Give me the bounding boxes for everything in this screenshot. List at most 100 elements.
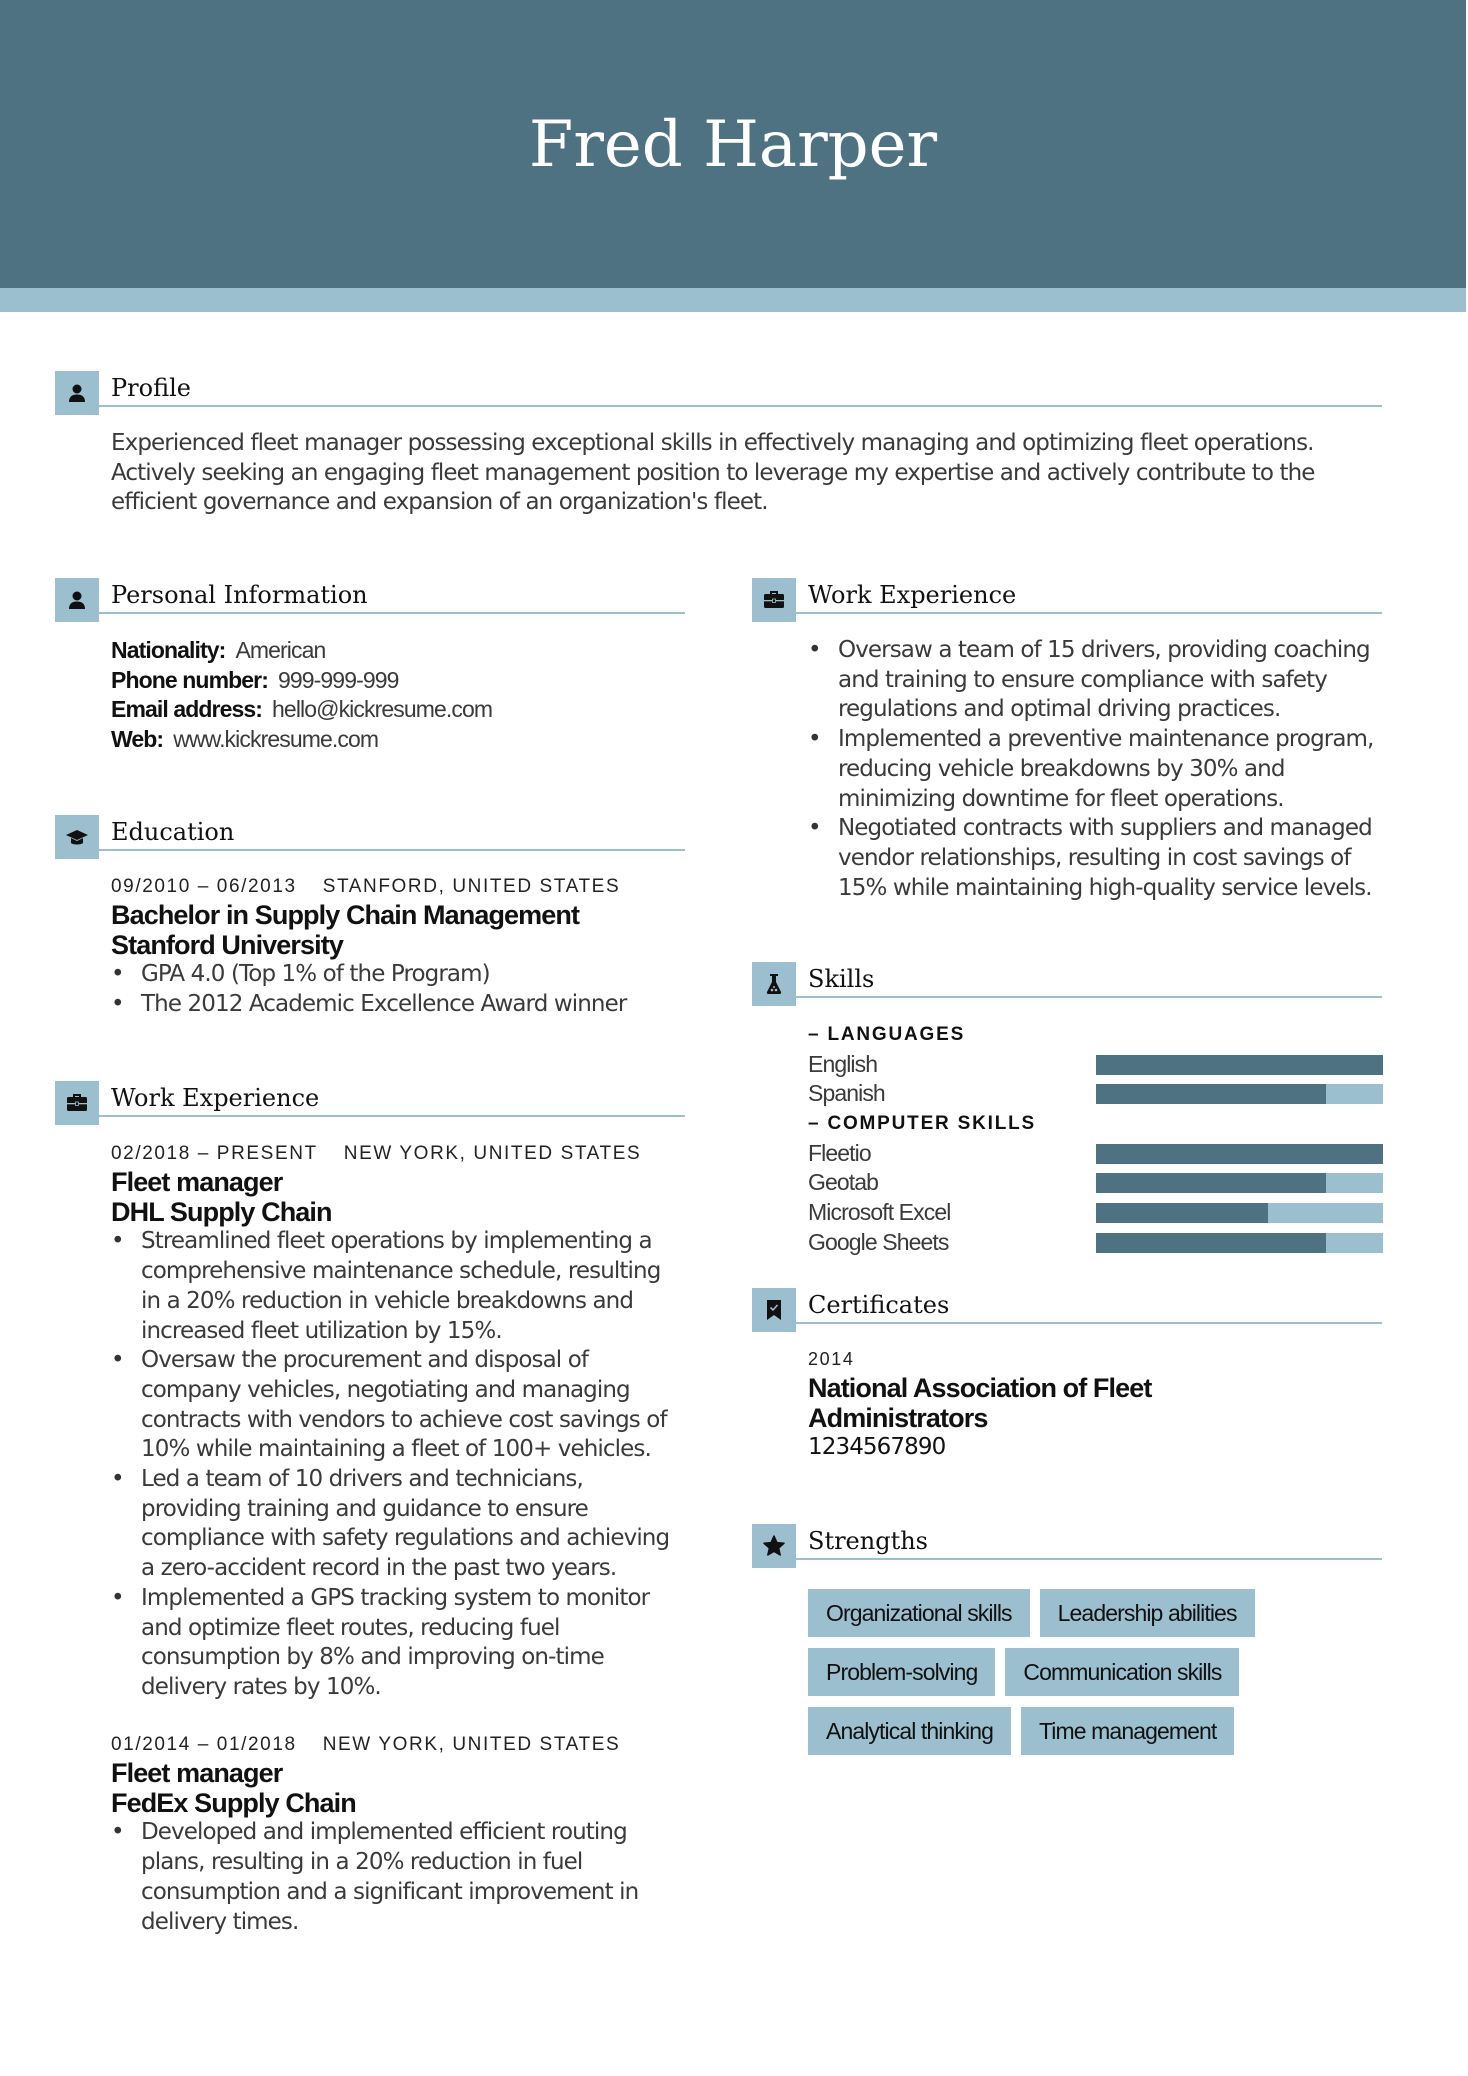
skills-list: – LANGUAGES English Spanish – COMPUTER S… <box>808 1020 1383 1258</box>
section-title: Strengths <box>808 1527 928 1555</box>
job-company: FedEx Supply Chain <box>111 1787 357 1818</box>
skill-level-fill <box>1096 1084 1326 1105</box>
skill-row: English <box>808 1050 1383 1080</box>
email-link[interactable]: hello@kickresume.com <box>272 696 493 722</box>
certificate-year: 2014 <box>808 1349 855 1369</box>
job-location: NEW YORK, UNITED STATES <box>322 1734 621 1755</box>
list-item: Implemented a preventive maintenance pro… <box>808 725 1408 814</box>
skill-row: Microsoft Excel <box>808 1198 1383 1228</box>
info-label: Email address: <box>111 696 263 723</box>
list-item: Developed and implemented efficient rout… <box>111 1818 701 1937</box>
section-title: Certificates <box>808 1291 950 1319</box>
info-row-web: Web: www.kickresume.com <box>111 725 691 755</box>
skills-section-header: Skills <box>752 962 1382 1006</box>
section-divider <box>99 405 1382 407</box>
skill-group-label: – COMPUTER SKILLS <box>808 1113 1037 1135</box>
certificate-name: Administrators <box>808 1402 988 1433</box>
strength-tag: Time management <box>1021 1707 1235 1755</box>
info-value: 999-999-999 <box>277 666 399 693</box>
strength-tag: Organizational skills <box>808 1589 1030 1637</box>
skill-level-fill <box>1096 1143 1383 1164</box>
strength-tag: Leadership abilities <box>1039 1589 1255 1637</box>
section-title: Skills <box>808 965 875 993</box>
graduation-cap-icon <box>55 815 99 859</box>
info-row-email: Email address: hello@kickresume.com <box>111 695 691 725</box>
summary-line: Experienced fleet manager possessing exc… <box>111 430 1314 456</box>
strengths-tags: Organizational skills Leadership abiliti… <box>808 1589 1368 1766</box>
skill-level-bar <box>1096 1232 1383 1253</box>
section-divider <box>796 1558 1382 1560</box>
profile-summary: Experienced fleet manager possessing exc… <box>111 429 1401 518</box>
profile-section-header: Profile <box>55 371 1382 415</box>
flask-icon <box>752 962 796 1006</box>
list-item: The 2012 Academic Excellence Award winne… <box>111 990 691 1020</box>
summary-line: Actively seeking an engaging fleet manag… <box>111 459 1315 486</box>
strength-tag: Communication skills <box>1005 1648 1240 1696</box>
certificates-section-header: Certificates <box>752 1288 1382 1332</box>
skill-level-bar <box>1096 1203 1383 1224</box>
section-title: Personal Information <box>111 581 368 609</box>
skill-group-label: – LANGUAGES <box>808 1024 966 1045</box>
list-item: Oversaw a team of 15 drivers, providing … <box>808 636 1408 725</box>
personal-info-section-header: Personal Information <box>55 578 685 622</box>
info-row-nationality: Nationality: American <box>111 636 691 666</box>
list-item: Led a team of 10 drivers and technicians… <box>111 1465 701 1584</box>
skill-level-fill <box>1096 1203 1269 1224</box>
list-item: Oversaw the procurement and disposal ofc… <box>111 1346 701 1465</box>
education-entry: 09/2010 – 06/2013 STANFORD, UNITED STATES… <box>111 872 691 1020</box>
star-icon <box>752 1524 796 1568</box>
education-section-header: Education <box>55 815 685 859</box>
job-dates: 01/2014 – 01/2018 <box>111 1734 297 1755</box>
header-banner: Fred Harper <box>0 0 1466 288</box>
skill-level-bar <box>1096 1143 1383 1164</box>
info-row-phone: Phone number: 999-999-999 <box>111 666 691 696</box>
list-item: GPA 4.0 (Top 1% of the Program) <box>111 960 691 990</box>
section-divider <box>796 1322 1382 1324</box>
list-item: Streamlined fleet operations by implemen… <box>111 1227 701 1346</box>
education-dates: 09/2010 – 06/2013 <box>111 876 297 897</box>
work-experience-section-header: Work Experience <box>752 578 1382 622</box>
skill-level-fill <box>1096 1232 1326 1253</box>
certificate-name: National Association of Fleet <box>808 1373 1152 1403</box>
job-role: Fleet manager <box>111 1758 283 1788</box>
section-divider <box>796 612 1382 614</box>
skill-level-bar <box>1096 1173 1383 1194</box>
section-divider <box>99 1115 685 1117</box>
job-dates: 02/2018 – PRESENT <box>111 1143 318 1164</box>
skill-row: Geotab <box>808 1168 1383 1198</box>
section-divider <box>99 849 685 851</box>
job-meta: 01/2014 – 01/2018 NEW YORK, UNITED STATES <box>111 1730 701 1759</box>
section-title: Work Experience <box>111 1084 320 1112</box>
skill-row: Fleetio <box>808 1139 1383 1169</box>
job-bullets: Streamlined fleet operations by implemen… <box>111 1227 701 1702</box>
header-accent-strip <box>0 288 1466 312</box>
section-divider <box>99 612 685 614</box>
job-bullets: Oversaw a team of 15 drivers, providing … <box>808 636 1408 903</box>
personal-info-list: Nationality: American Phone number: 999-99… <box>111 636 691 755</box>
info-value: American <box>235 637 326 663</box>
info-label: Nationality: <box>111 637 226 663</box>
degree-title: Bachelor in Supply Chain Management <box>111 900 580 930</box>
education-location: STANFORD, UNITED STATES <box>322 876 621 897</box>
summary-line: efficient governance and expansion of an… <box>111 489 769 516</box>
section-divider <box>796 996 1382 998</box>
skill-level-bar <box>1096 1054 1383 1075</box>
job-location: NEW YORK, UNITED STATES <box>343 1143 642 1164</box>
certificate-entry: 2014 National Association of Fleet Admin… <box>808 1345 1383 1463</box>
job-entry: 01/2014 – 01/2018 NEW YORK, UNITED STATES… <box>111 1730 701 1937</box>
job-entry: Oversaw a team of 15 drivers, providing … <box>808 636 1408 903</box>
bookmark-check-icon <box>752 1288 796 1332</box>
list-item: Negotiated contracts with suppliers and … <box>808 814 1408 903</box>
section-title: Education <box>111 818 235 846</box>
strength-tag: Analytical thinking <box>808 1707 1012 1755</box>
section-title: Work Experience <box>808 581 1017 609</box>
certificate-id: 1234567890 <box>808 1434 946 1461</box>
skill-row: Google Sheets <box>808 1228 1383 1258</box>
section-title: Profile <box>111 374 191 402</box>
candidate-name: Fred Harper <box>528 108 938 182</box>
work-experience-section-header: Work Experience <box>55 1081 685 1125</box>
skill-level-fill <box>1096 1054 1383 1075</box>
web-link[interactable]: www.kickresume.com <box>173 726 379 752</box>
strength-tag: Problem-solving <box>808 1648 996 1696</box>
education-bullets: GPA 4.0 (Top 1% of the Program) The 2012… <box>111 960 691 1019</box>
